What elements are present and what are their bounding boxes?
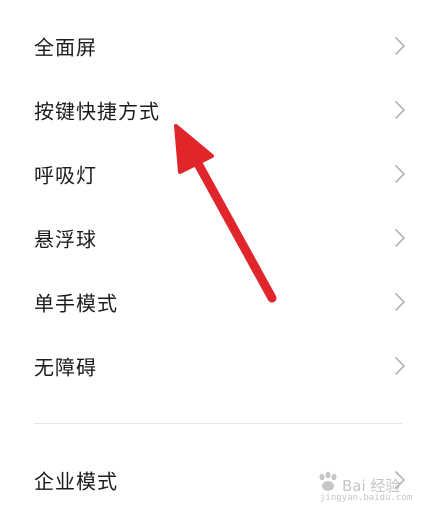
settings-item-one-hand-mode[interactable]: 单手模式	[0, 270, 434, 334]
settings-screen: 全面屏 按键快捷方式 呼吸灯 悬浮球 单手模式 无障碍 企业模式 Bai 经验 …	[0, 0, 434, 515]
settings-item-button-shortcuts[interactable]: 按键快捷方式	[0, 78, 434, 142]
settings-item-full-screen[interactable]: 全面屏	[0, 14, 434, 78]
settings-item-label: 呼吸灯	[34, 163, 97, 188]
settings-item-floating-ball[interactable]: 悬浮球	[0, 206, 434, 270]
settings-item-breathing-light[interactable]: 呼吸灯	[0, 142, 434, 206]
settings-item-label: 按键快捷方式	[34, 99, 160, 124]
section-divider	[34, 423, 402, 424]
settings-item-label: 企业模式	[34, 469, 118, 494]
settings-item-label: 单手模式	[34, 291, 118, 316]
chevron-right-icon	[395, 101, 405, 119]
chevron-right-icon	[395, 37, 405, 55]
settings-item-label: 无障碍	[34, 355, 97, 380]
settings-item-accessibility[interactable]: 无障碍	[0, 334, 434, 398]
chevron-right-icon	[395, 165, 405, 183]
chevron-right-icon	[395, 229, 405, 247]
settings-item-label: 全面屏	[34, 35, 97, 60]
chevron-right-icon	[395, 357, 405, 375]
settings-item-label: 悬浮球	[34, 227, 97, 252]
chevron-right-icon	[395, 471, 405, 489]
settings-item-enterprise-mode[interactable]: 企业模式	[0, 448, 434, 512]
chevron-right-icon	[395, 293, 405, 311]
